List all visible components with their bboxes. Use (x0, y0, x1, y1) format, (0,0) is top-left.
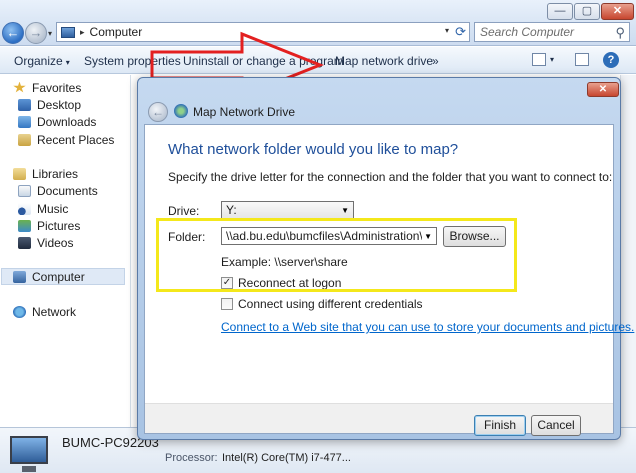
organize-label: Organize (14, 54, 63, 68)
nav-label: Recent Places (37, 132, 115, 147)
breadcrumb-computer[interactable]: Computer (90, 25, 143, 39)
nav-label: Downloads (37, 114, 97, 129)
nav-label: Computer (32, 269, 85, 284)
nav-network[interactable]: Network (13, 303, 76, 320)
network-drive-icon (174, 104, 188, 118)
processor-value: Intel(R) Core(TM) i7-477... (222, 452, 351, 464)
refresh-icon[interactable]: ⟳ (455, 24, 466, 40)
nav-label: Music (37, 201, 69, 216)
downloads-icon (18, 115, 31, 128)
nav-recent-places[interactable]: Recent Places (18, 131, 114, 148)
different-credentials-label[interactable]: Connect using different credentials (238, 297, 423, 311)
drive-label: Drive: (168, 204, 200, 218)
dialog-back-button[interactable]: ← (148, 102, 168, 122)
nav-music[interactable]: Music (18, 200, 68, 217)
dialog-heading: What network folder would you like to ma… (168, 141, 459, 158)
vertical-scrollbar[interactable] (620, 75, 636, 427)
search-icon[interactable]: ⚲ (615, 24, 625, 42)
back-button[interactable]: ← (2, 22, 24, 44)
pictures-icon (18, 219, 31, 232)
network-icon (13, 305, 26, 318)
dialog-instruction: Specify the drive letter for the connect… (168, 170, 613, 184)
chevron-down-icon: ▾ (65, 58, 70, 67)
star-icon (13, 81, 26, 93)
help-icon[interactable]: ? (603, 52, 619, 68)
change-view-icon[interactable] (532, 53, 546, 66)
breadcrumb-separator-icon[interactable]: ▸ (80, 27, 85, 38)
minimize-button[interactable]: — (547, 3, 573, 20)
recent-pages-dropdown-icon[interactable]: ▾ (48, 29, 52, 38)
nav-documents[interactable]: Documents (18, 182, 98, 199)
web-storage-link[interactable]: Connect to a Web site that you can use t… (221, 320, 634, 334)
yellow-highlight-box (156, 218, 517, 292)
map-network-drive-button[interactable]: Map network drive (335, 54, 433, 68)
search-input[interactable]: Search Computer ⚲ (474, 22, 630, 42)
finish-button[interactable]: Finish (474, 415, 526, 436)
drive-select[interactable]: Y: ▼ (221, 201, 354, 219)
navigation-pane: Favorites Desktop Downloads Recent Place… (0, 75, 131, 427)
dialog-title: Map Network Drive (193, 105, 296, 119)
music-icon (18, 202, 31, 215)
search-placeholder: Search Computer (480, 25, 575, 39)
processor-label: Processor: (165, 452, 218, 464)
organize-button[interactable]: Organize ▾ (14, 54, 70, 68)
different-credentials-checkbox[interactable] (221, 298, 233, 310)
videos-icon (18, 236, 31, 249)
nav-label: Favorites (32, 80, 82, 95)
computer-icon (61, 26, 75, 38)
address-dropdown-icon[interactable]: ▾ (445, 26, 449, 35)
nav-label: Desktop (37, 97, 82, 112)
view-options-chevron-icon[interactable]: ▾ (550, 55, 554, 64)
documents-icon (18, 184, 31, 197)
maximize-button[interactable]: ▢ (574, 3, 600, 20)
drive-value: Y: (226, 203, 237, 217)
chevron-down-icon: ▼ (341, 206, 349, 215)
nav-label: Network (32, 304, 77, 319)
nav-label: Pictures (37, 218, 81, 233)
dialog-close-button[interactable]: ✕ (587, 82, 619, 97)
nav-libraries[interactable]: Libraries (13, 165, 78, 182)
nav-desktop[interactable]: Desktop (18, 96, 81, 113)
more-commands-button[interactable]: » (432, 54, 439, 68)
nav-label: Videos (37, 235, 74, 250)
nav-label: Libraries (32, 166, 79, 181)
computer-icon (10, 436, 48, 472)
preview-pane-icon[interactable] (575, 53, 589, 66)
nav-favorites[interactable]: Favorites (13, 79, 81, 96)
nav-videos[interactable]: Videos (18, 234, 73, 251)
desktop-icon (18, 98, 31, 111)
recent-places-icon (18, 133, 31, 146)
nav-label: Documents (37, 183, 98, 198)
nav-pictures[interactable]: Pictures (18, 217, 80, 234)
cancel-button[interactable]: Cancel (531, 415, 581, 436)
nav-computer[interactable]: Computer (1, 268, 125, 285)
nav-downloads[interactable]: Downloads (18, 113, 96, 130)
computer-icon (13, 270, 26, 283)
forward-button[interactable]: → (25, 22, 47, 44)
libraries-icon (13, 167, 26, 180)
close-button[interactable]: ✕ (601, 3, 634, 20)
